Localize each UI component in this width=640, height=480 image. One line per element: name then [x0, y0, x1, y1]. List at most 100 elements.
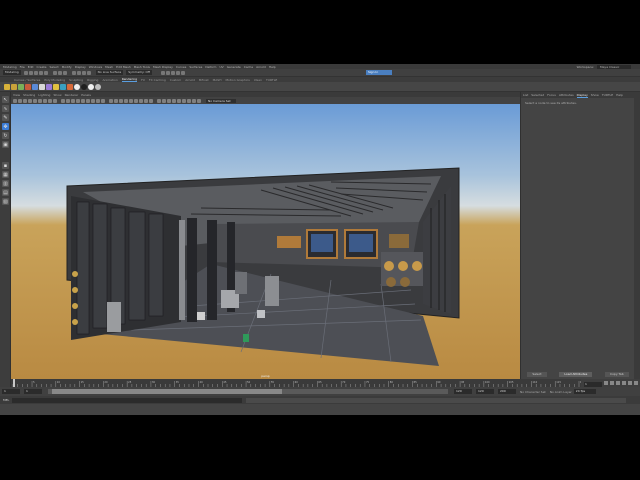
open-scene-icon[interactable]: [28, 70, 33, 75]
viewport-option-icon[interactable]: [114, 98, 118, 103]
persp-outliner-icon[interactable]: ▥: [2, 180, 9, 187]
mel-label[interactable]: MEL: [3, 398, 9, 402]
viewport-option-icon[interactable]: [192, 98, 196, 103]
four-view-icon[interactable]: ▦: [2, 171, 9, 178]
step-back-icon[interactable]: [610, 381, 614, 385]
time-slider[interactable]: 5 10 15 20 25 30 35 40 45 50 55 60 65 70 75 80 85 90 95 100…: [11, 379, 581, 387]
viewport-option-icon[interactable]: [162, 98, 166, 103]
menu-uv[interactable]: UV: [219, 65, 223, 69]
menu-mode[interactable]: Modeling: [3, 65, 17, 69]
shelf-tab-rigging[interactable]: Rigging: [87, 78, 98, 82]
viewport-option-icon[interactable]: [109, 98, 113, 103]
viewport-option-icon[interactable]: [101, 98, 105, 103]
viewport-option-icon[interactable]: [53, 98, 57, 103]
viewport-menu-renderer[interactable]: Renderer: [65, 93, 79, 97]
shelf-tab-mash[interactable]: MASH: [213, 78, 222, 82]
select-hierarchy-icon[interactable]: [52, 70, 57, 75]
shelf-tab-poly[interactable]: Poly Modeling: [44, 78, 65, 82]
attr-tab-list[interactable]: List: [523, 93, 528, 97]
ipr-render-icon[interactable]: [165, 70, 170, 75]
save-scene-icon[interactable]: [33, 70, 38, 75]
render-setup-icon[interactable]: [180, 70, 185, 75]
workspace-select[interactable]: Maya Classic: [597, 64, 631, 69]
viewport-option-icon[interactable]: [91, 98, 95, 103]
3d-viewport[interactable]: persp: [11, 104, 520, 379]
viewport-option-icon[interactable]: [144, 98, 148, 103]
viewport-option-icon[interactable]: [124, 98, 128, 103]
shelf-tool-icon[interactable]: [74, 83, 80, 90]
viewport-option-icon[interactable]: [177, 98, 181, 103]
attr-tab-show[interactable]: Show: [591, 93, 599, 97]
shelf-tool-icon[interactable]: [32, 83, 38, 90]
attr-tab-display[interactable]: Display: [576, 93, 588, 98]
shelf-tool-icon[interactable]: [60, 83, 66, 90]
shelf-tab-xgen[interactable]: XGen: [254, 78, 262, 82]
new-scene-icon[interactable]: [23, 70, 28, 75]
viewport-option-icon[interactable]: [197, 98, 201, 103]
menu-cache[interactable]: Cache: [244, 65, 253, 69]
shelf-tab-animation[interactable]: Animation: [102, 78, 117, 82]
undo-icon[interactable]: [38, 70, 43, 75]
shelf-tool-icon[interactable]: [88, 83, 94, 90]
step-forward-icon[interactable]: [628, 381, 632, 385]
snap-surface-icon[interactable]: [86, 70, 91, 75]
side-vertical-tabs[interactable]: [634, 92, 640, 379]
play-back-icon[interactable]: [616, 381, 620, 385]
viewport-option-icon[interactable]: [157, 98, 161, 103]
select-object-icon[interactable]: [57, 70, 62, 75]
command-input[interactable]: [12, 397, 243, 403]
shelf-tool-icon[interactable]: [25, 83, 31, 90]
character-set-label[interactable]: No Character Set: [520, 390, 546, 394]
viewport-option-icon[interactable]: [139, 98, 143, 103]
hypershade-icon[interactable]: [175, 70, 180, 75]
shelf-tab-motion-graphics[interactable]: Motion Graphics: [225, 78, 249, 82]
range-end2-field[interactable]: 200: [498, 389, 516, 394]
lasso-tool-icon[interactable]: ∿: [2, 105, 9, 112]
current-frame-marker[interactable]: [13, 379, 15, 387]
range-bar[interactable]: [48, 389, 448, 394]
viewport-option-icon[interactable]: [28, 98, 32, 103]
snap-point-icon[interactable]: [81, 70, 86, 75]
menu-surfaces[interactable]: Surfaces: [189, 65, 202, 69]
live-surface[interactable]: No Live Surface: [95, 70, 124, 75]
mode-dropdown[interactable]: Modeling: [3, 70, 21, 75]
viewport-menu-show[interactable]: Show: [53, 93, 61, 97]
range-inner-end-field[interactable]: 120: [454, 389, 472, 394]
viewport-option-icon[interactable]: [182, 98, 186, 103]
select-button[interactable]: Select: [527, 372, 547, 377]
single-view-icon[interactable]: ▪: [2, 162, 9, 169]
go-to-end-icon[interactable]: [634, 381, 638, 385]
viewport-menu-view[interactable]: View: [13, 93, 20, 97]
shelf-tool-icon[interactable]: [39, 83, 45, 90]
attr-tab-selected[interactable]: Selected: [531, 93, 544, 97]
viewport-menu-shading[interactable]: Shading: [23, 93, 35, 97]
menu-display[interactable]: Display: [75, 65, 86, 69]
shelf-tool-icon[interactable]: [18, 83, 24, 90]
shelf-tab-curves[interactable]: Curves / Surfaces: [14, 78, 40, 82]
viewport-option-icon[interactable]: [187, 98, 191, 103]
viewport-option-icon[interactable]: [149, 98, 153, 103]
menu-generate[interactable]: Generate: [227, 65, 241, 69]
range-inner-start-field[interactable]: 1: [24, 389, 42, 394]
menu-curves[interactable]: Curves: [176, 65, 186, 69]
viewport-option-icon[interactable]: [96, 98, 100, 103]
sign-in-field[interactable]: Sign In: [365, 70, 392, 75]
menu-deform[interactable]: Deform: [205, 65, 216, 69]
menu-edit[interactable]: Edit: [28, 65, 34, 69]
viewport-option-icon[interactable]: [119, 98, 123, 103]
attr-tab-help[interactable]: Help: [616, 93, 623, 97]
viewport-option-icon[interactable]: [18, 98, 22, 103]
shelf-tab-fx-caching[interactable]: FX Caching: [149, 78, 166, 82]
attr-tab-attributes[interactable]: Attributes: [559, 93, 574, 97]
shelf-tool-icon[interactable]: [53, 83, 59, 90]
snap-curve-icon[interactable]: [76, 70, 81, 75]
viewport-menu-lighting[interactable]: Lighting: [38, 93, 50, 97]
viewport-option-icon[interactable]: [33, 98, 37, 103]
viewport-option-icon[interactable]: [66, 98, 70, 103]
attr-tab-turtle[interactable]: TURTLE: [602, 93, 613, 97]
redo-icon[interactable]: [43, 70, 48, 75]
select-tool-icon[interactable]: ↖: [2, 96, 9, 103]
move-tool-icon[interactable]: ✥: [2, 123, 9, 130]
menu-file[interactable]: File: [20, 65, 25, 69]
shelf-tool-icon[interactable]: [46, 83, 52, 90]
